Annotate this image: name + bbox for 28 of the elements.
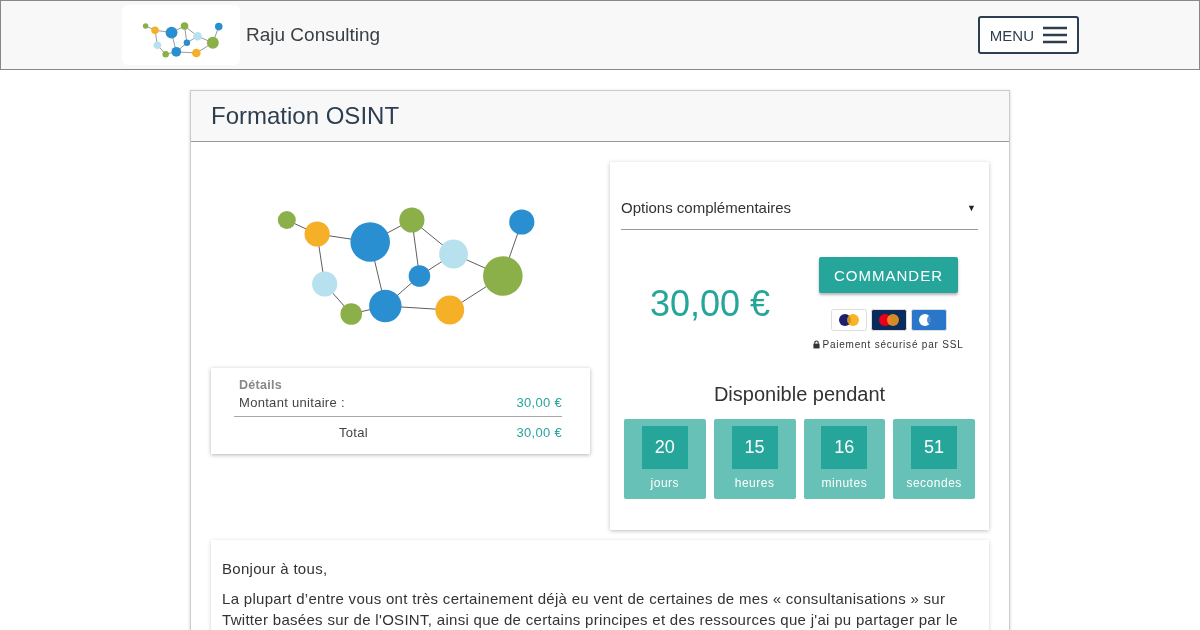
detail-label: Montant unitaire : (239, 395, 345, 410)
countdown-unit: minutes (821, 476, 868, 490)
countdown-unit: secondes (906, 476, 962, 490)
credit-card-icon (910, 309, 947, 331)
availability-title: Disponible pendant (712, 383, 887, 406)
credit-card-icon (870, 309, 907, 331)
menu-button[interactable]: MENU (977, 16, 1079, 54)
brand-name[interactable]: Raju Consulting (246, 24, 381, 46)
price: 30,00 € (648, 283, 772, 326)
total-label: Total (339, 425, 368, 440)
details-heading: Détails (239, 378, 284, 392)
course-title: Formation OSINT (211, 102, 400, 130)
total-value: 30,00 € (516, 425, 562, 440)
credit-card-icon (830, 309, 867, 331)
paragraph: La plupart d’entre vous ont très certainement déjà eu vent de certaines de mes « consultanisations » sur Twitter basées sur de l'OSINT, ainsi que de certains principes et des ressources que j'ai pu partager par le (222, 589, 959, 630)
countdown-value: 16 (821, 426, 868, 469)
countdown-value: 15 (731, 426, 778, 469)
options-dropdown[interactable]: Options complémentaires ▼ (621, 199, 978, 230)
countdown-unit: heures (734, 476, 775, 490)
lock-icon (813, 340, 821, 349)
countdown-unit: jours (650, 476, 680, 490)
countdown-value: 20 (641, 426, 688, 469)
caret-icon: ▼ (967, 202, 976, 213)
detail-value: 30,00 € (516, 395, 562, 410)
paragraph: Bonjour à tous, (222, 559, 329, 579)
payment-security-note: Paiement sécurisé par SSL (822, 339, 964, 350)
countdown-value: 51 (911, 426, 958, 469)
menu-icon (1043, 26, 1067, 44)
